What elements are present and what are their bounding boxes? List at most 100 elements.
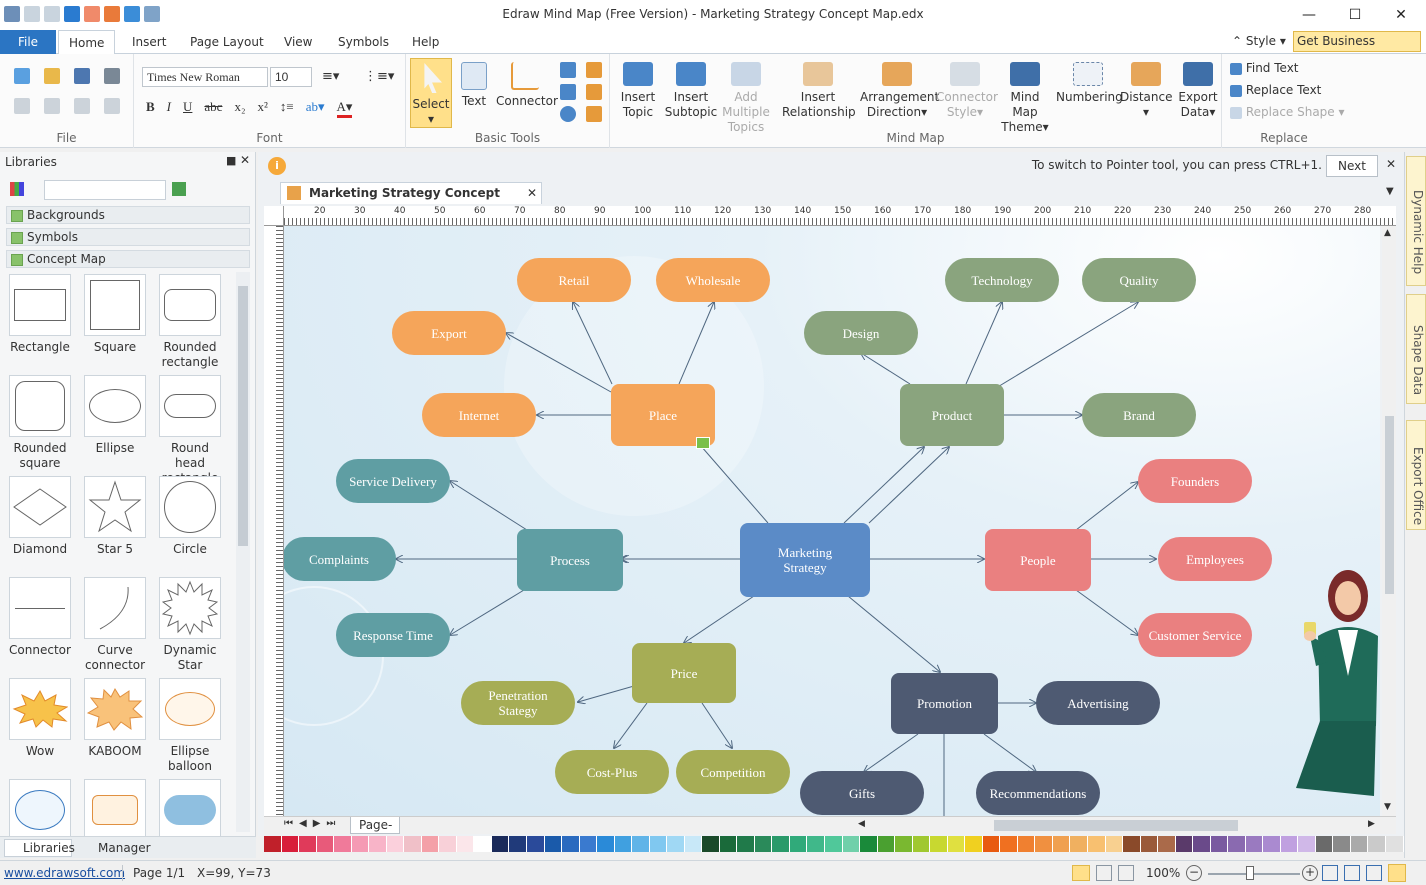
color-swatch[interactable] bbox=[737, 836, 755, 852]
presentation-icon[interactable] bbox=[1118, 865, 1134, 881]
shape-dynamic-star[interactable]: Dynamic Star bbox=[158, 577, 222, 673]
replace-shape-button[interactable]: Replace Shape ▾ bbox=[1230, 105, 1345, 119]
ellipse-icon[interactable] bbox=[560, 106, 576, 122]
font-size-select[interactable]: 10 bbox=[270, 67, 312, 87]
strikethrough-icon[interactable]: abc bbox=[204, 99, 222, 118]
color-swatch[interactable] bbox=[1333, 836, 1351, 852]
insert-relationship-button[interactable]: Insert Relationship bbox=[782, 62, 856, 120]
close-doc-icon[interactable]: ✕ bbox=[527, 183, 537, 203]
shape-circle[interactable]: Circle bbox=[158, 476, 222, 557]
color-swatch[interactable] bbox=[877, 836, 896, 852]
node-export[interactable]: Export bbox=[392, 311, 506, 355]
color-swatch[interactable] bbox=[825, 836, 843, 852]
shape-rounded-rectangle[interactable]: Rounded rectangle bbox=[158, 274, 222, 370]
italic-icon[interactable]: I bbox=[167, 99, 171, 118]
color-swatch[interactable] bbox=[667, 836, 685, 852]
color-swatch[interactable] bbox=[509, 836, 527, 852]
node-customer-service[interactable]: Customer Service bbox=[1138, 613, 1252, 657]
color-swatch[interactable] bbox=[404, 836, 422, 852]
underline-icon[interactable]: U bbox=[183, 99, 192, 118]
color-swatch[interactable] bbox=[684, 836, 703, 852]
connector-style-button[interactable]: Connector Style▾ bbox=[936, 62, 998, 120]
color-swatch[interactable] bbox=[369, 836, 387, 852]
color-swatch[interactable] bbox=[1298, 836, 1316, 852]
color-swatch[interactable] bbox=[1386, 836, 1404, 852]
find-text-button[interactable]: Find Text bbox=[1230, 61, 1299, 75]
color-swatch[interactable] bbox=[334, 836, 352, 852]
normal-view-icon[interactable] bbox=[1072, 865, 1090, 881]
dynamic-help-tab[interactable]: Dynamic Help bbox=[1406, 156, 1426, 286]
node-founders[interactable]: Founders bbox=[1138, 459, 1252, 503]
export-data-button[interactable]: Export Data▾ bbox=[1176, 62, 1220, 120]
color-swatch[interactable] bbox=[1158, 836, 1176, 852]
new-icon[interactable] bbox=[14, 68, 30, 84]
tab-page-layout[interactable]: Page Layout bbox=[180, 30, 274, 54]
highlight-icon[interactable]: ab▾ bbox=[306, 99, 325, 118]
fit-page-icon[interactable] bbox=[1322, 865, 1338, 881]
scroll-right-icon[interactable]: ▶ bbox=[1368, 819, 1375, 829]
shape-diamond[interactable]: Diamond bbox=[8, 476, 72, 557]
color-swatch[interactable] bbox=[1175, 836, 1194, 852]
shape-wow[interactable]: Wow bbox=[8, 678, 72, 759]
node-gifts[interactable]: Gifts bbox=[800, 771, 924, 815]
page-view-icon[interactable] bbox=[1096, 865, 1112, 881]
node-internet[interactable]: Internet bbox=[422, 393, 536, 437]
color-swatch[interactable] bbox=[264, 836, 282, 852]
libraries-tab[interactable]: Libraries bbox=[4, 839, 75, 857]
tab-dropdown-icon[interactable]: ▼ bbox=[1386, 186, 1394, 197]
crop-icon[interactable] bbox=[586, 106, 602, 122]
color-swatch[interactable] bbox=[719, 836, 738, 852]
get-business-version-button[interactable]: Get Business Version... bbox=[1293, 31, 1421, 67]
node-price[interactable]: Price bbox=[632, 643, 736, 703]
crosshair-icon[interactable] bbox=[586, 84, 602, 100]
color-swatch[interactable] bbox=[1000, 836, 1018, 852]
text-tool-button[interactable]: Text bbox=[456, 62, 492, 109]
save-icon[interactable] bbox=[74, 68, 90, 84]
color-swatch[interactable] bbox=[807, 836, 825, 852]
node-technology[interactable]: Technology bbox=[945, 258, 1059, 302]
color-swatch[interactable] bbox=[982, 836, 1001, 852]
cut-icon[interactable] bbox=[14, 98, 30, 114]
color-swatch[interactable] bbox=[526, 836, 545, 852]
color-swatch[interactable] bbox=[386, 836, 405, 852]
color-swatch[interactable] bbox=[1210, 836, 1229, 852]
color-swatch[interactable] bbox=[1263, 836, 1281, 852]
style-menu[interactable]: ⌃ Style ▾ bbox=[1232, 34, 1286, 48]
library-grid-icon[interactable] bbox=[10, 182, 24, 196]
grid-icon[interactable] bbox=[1366, 865, 1382, 881]
full-screen-icon[interactable] bbox=[1388, 864, 1406, 882]
color-swatch[interactable] bbox=[597, 836, 615, 852]
font-color-icon[interactable]: A▾ bbox=[336, 99, 353, 118]
color-swatch[interactable] bbox=[1245, 836, 1264, 852]
color-swatch[interactable] bbox=[579, 836, 598, 852]
color-swatch[interactable] bbox=[1017, 836, 1036, 852]
paste-icon[interactable] bbox=[74, 98, 90, 114]
node-recommendations[interactable]: Recommendations bbox=[976, 771, 1100, 815]
line-spacing-icon[interactable]: ↕≡ bbox=[280, 99, 294, 118]
shape-rectangle[interactable]: Rectangle bbox=[8, 274, 72, 355]
color-swatch[interactable] bbox=[1087, 836, 1106, 852]
curve-icon[interactable] bbox=[586, 62, 602, 78]
category-symbols[interactable]: Symbols bbox=[6, 228, 250, 246]
next-button[interactable]: Next bbox=[1326, 155, 1378, 177]
go-arrow-icon[interactable] bbox=[172, 182, 186, 196]
bold-icon[interactable]: B bbox=[146, 99, 155, 118]
color-swatch[interactable] bbox=[1140, 836, 1159, 852]
website-link[interactable]: www.edrawsoft.com bbox=[4, 861, 125, 885]
add-multiple-topics-button[interactable]: Add Multiple Topics bbox=[710, 62, 782, 135]
color-swatch[interactable] bbox=[912, 836, 931, 852]
node-employees[interactable]: Employees bbox=[1158, 537, 1272, 581]
color-swatch[interactable] bbox=[1368, 836, 1386, 852]
color-swatch[interactable] bbox=[895, 836, 913, 852]
node-wholesale[interactable]: Wholesale bbox=[656, 258, 770, 302]
zoom-slider-thumb[interactable] bbox=[1246, 866, 1254, 880]
shape-round-head-rectangle[interactable]: Round head rectangle bbox=[158, 375, 222, 486]
color-swatch[interactable] bbox=[1350, 836, 1369, 852]
node-advertising[interactable]: Advertising bbox=[1036, 681, 1160, 725]
node-complaints[interactable]: Complaints bbox=[284, 537, 396, 581]
minimize-icon[interactable]: — bbox=[1286, 0, 1332, 30]
zoom-in-icon[interactable]: + bbox=[1302, 865, 1318, 881]
color-swatch[interactable] bbox=[1280, 836, 1299, 852]
color-swatch[interactable] bbox=[772, 836, 790, 852]
node-retail[interactable]: Retail bbox=[517, 258, 631, 302]
